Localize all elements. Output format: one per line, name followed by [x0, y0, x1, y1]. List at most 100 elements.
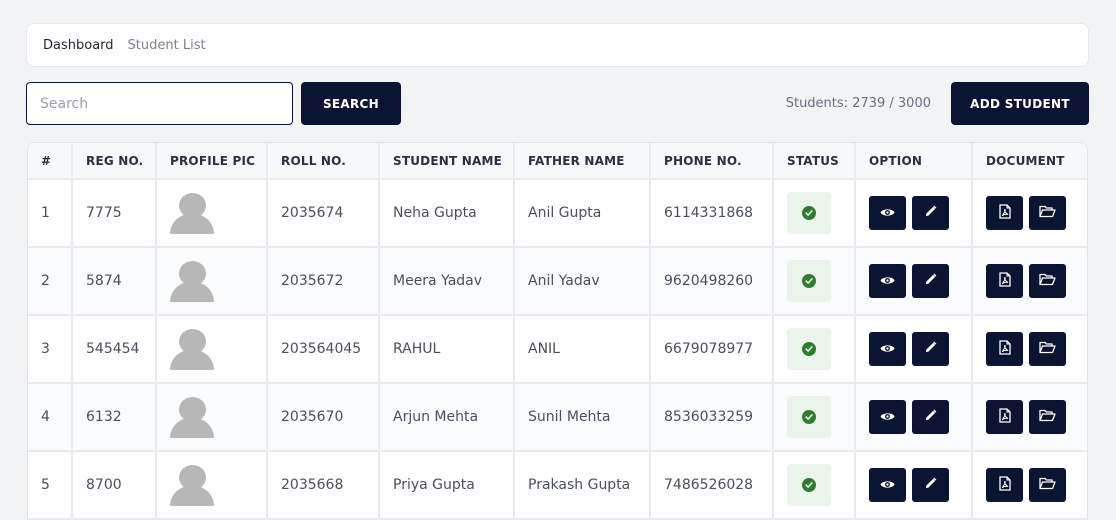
- open-folder-button[interactable]: [1029, 332, 1066, 366]
- eye-icon: [880, 478, 895, 493]
- column-header-profile-pic: PROFILE PIC: [156, 143, 268, 180]
- cell-status: [773, 451, 856, 520]
- eye-icon: [880, 342, 895, 357]
- avatar: [170, 261, 214, 302]
- add-student-button[interactable]: ADD STUDENT: [951, 82, 1089, 125]
- cell-profile-pic: [156, 179, 268, 248]
- cell-roll-no: 203564045: [267, 315, 380, 384]
- cell-father-name: Anil Yadav: [514, 247, 651, 316]
- check-circle-icon: [802, 274, 816, 288]
- table-row: 1 7775 2035674 Neha Gupta Anil Gupta 611…: [28, 179, 1087, 248]
- cell-option: [855, 383, 973, 452]
- download-pdf-button[interactable]: [986, 196, 1023, 230]
- cell-phone: 6679078977: [650, 315, 774, 384]
- check-circle-icon: [802, 410, 816, 424]
- column-header-roll-no: ROLL NO.: [267, 143, 380, 180]
- cell-father-name: Sunil Mehta: [514, 383, 651, 452]
- status-badge[interactable]: [787, 464, 831, 506]
- cell-status: [773, 383, 856, 452]
- cell-student-name: Priya Gupta: [379, 451, 515, 520]
- cell-phone: 9620498260: [650, 247, 774, 316]
- check-circle-icon: [802, 206, 816, 220]
- edit-button[interactable]: [912, 264, 949, 298]
- column-header-reg-no: REG NO.: [72, 143, 157, 180]
- cell-status: [773, 247, 856, 316]
- download-pdf-button[interactable]: [986, 400, 1023, 434]
- cell-option: [855, 247, 973, 316]
- view-button[interactable]: [869, 196, 906, 230]
- cell-father-name: Prakash Gupta: [514, 451, 651, 520]
- status-badge[interactable]: [787, 260, 831, 302]
- cell-roll-no: 2035674: [267, 179, 380, 248]
- pdf-file-icon: [998, 272, 1011, 290]
- student-count: Students: 2739 / 3000: [785, 96, 931, 111]
- folder-open-icon: [1039, 409, 1056, 425]
- cell-document: [972, 247, 1087, 316]
- student-table: # REG NO. PROFILE PIC ROLL NO. STUDENT N…: [27, 142, 1088, 520]
- avatar: [170, 193, 214, 234]
- table-row: 2 5874 2035672 Meera Yadav Anil Yadav 96…: [28, 247, 1087, 316]
- avatar: [170, 397, 214, 438]
- folder-open-icon: [1039, 341, 1056, 357]
- edit-button[interactable]: [912, 468, 949, 502]
- status-badge[interactable]: [787, 396, 831, 438]
- open-folder-button[interactable]: [1029, 264, 1066, 298]
- eye-icon: [880, 274, 895, 289]
- cell-roll-no: 2035670: [267, 383, 380, 452]
- download-pdf-button[interactable]: [986, 264, 1023, 298]
- cell-status: [773, 315, 856, 384]
- download-pdf-button[interactable]: [986, 468, 1023, 502]
- cell-roll-no: 2035672: [267, 247, 380, 316]
- cell-student-name: Arjun Mehta: [379, 383, 515, 452]
- cell-status: [773, 179, 856, 248]
- cell-phone: 6114331868: [650, 179, 774, 248]
- cell-reg-no: 6132: [72, 383, 157, 452]
- pdf-file-icon: [998, 476, 1011, 494]
- cell-student-name: RAHUL: [379, 315, 515, 384]
- column-header-option: OPTION: [855, 143, 973, 180]
- open-folder-button[interactable]: [1029, 196, 1066, 230]
- check-circle-icon: [802, 342, 816, 356]
- column-header-student-name: STUDENT NAME: [379, 143, 515, 180]
- pdf-file-icon: [998, 204, 1011, 222]
- cell-option: [855, 179, 973, 248]
- avatar: [170, 465, 214, 506]
- breadcrumb-dashboard-link[interactable]: Dashboard: [43, 38, 114, 53]
- cell-phone: 8536033259: [650, 383, 774, 452]
- pencil-icon: [924, 205, 937, 221]
- view-button[interactable]: [869, 400, 906, 434]
- download-pdf-button[interactable]: [986, 332, 1023, 366]
- cell-document: [972, 179, 1087, 248]
- cell-reg-no: 8700: [72, 451, 157, 520]
- column-header-index: #: [28, 143, 73, 180]
- column-header-phone: PHONE NO.: [650, 143, 774, 180]
- cell-profile-pic: [156, 383, 268, 452]
- view-button[interactable]: [869, 468, 906, 502]
- table-row: 4 6132 2035670 Arjun Mehta Sunil Mehta 8…: [28, 383, 1087, 452]
- pdf-file-icon: [998, 340, 1011, 358]
- edit-button[interactable]: [912, 400, 949, 434]
- open-folder-button[interactable]: [1029, 400, 1066, 434]
- status-badge[interactable]: [787, 328, 831, 370]
- folder-open-icon: [1039, 205, 1056, 221]
- edit-button[interactable]: [912, 332, 949, 366]
- cell-document: [972, 315, 1087, 384]
- search-input[interactable]: [26, 82, 293, 125]
- open-folder-button[interactable]: [1029, 468, 1066, 502]
- cell-index: 3: [28, 315, 73, 384]
- view-button[interactable]: [869, 332, 906, 366]
- breadcrumb: Dashboard Student List: [26, 23, 1089, 67]
- cell-index: 1: [28, 179, 73, 248]
- status-badge[interactable]: [787, 192, 831, 234]
- pencil-icon: [924, 477, 937, 493]
- cell-roll-no: 2035668: [267, 451, 380, 520]
- view-button[interactable]: [869, 264, 906, 298]
- cell-reg-no: 7775: [72, 179, 157, 248]
- table-row: 3 545454 203564045 RAHUL ANIL 6679078977: [28, 315, 1087, 384]
- edit-button[interactable]: [912, 196, 949, 230]
- column-header-document: DOCUMENT: [972, 143, 1087, 180]
- cell-father-name: ANIL: [514, 315, 651, 384]
- search-button[interactable]: SEARCH: [301, 82, 401, 125]
- avatar: [170, 329, 214, 370]
- cell-phone: 7486526028: [650, 451, 774, 520]
